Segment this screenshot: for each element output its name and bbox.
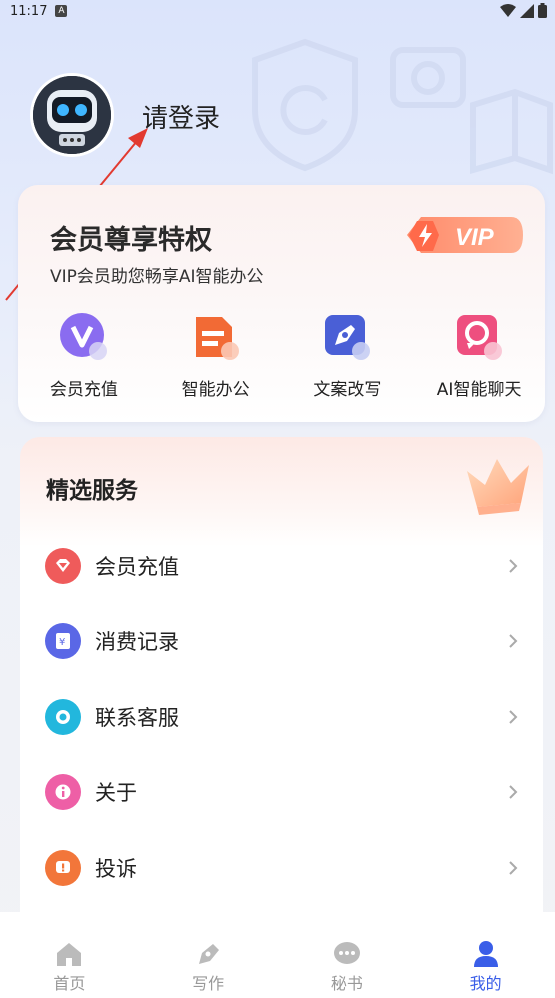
status-indicators: [500, 3, 547, 18]
signal-icon: [520, 3, 534, 18]
service-label: 投诉: [95, 856, 137, 881]
status-bar: 11:17 A: [0, 0, 555, 22]
services-card: 精选服务 会员充值 ¥ 消费记录 联系客服 关于 投诉: [20, 437, 543, 937]
battery-icon: [538, 3, 547, 18]
chevron-right-icon: [509, 861, 518, 875]
svg-text:¥: ¥: [59, 637, 65, 648]
vip-title: 会员尊享特权: [50, 225, 212, 256]
pen-nav-icon: [199, 944, 220, 964]
service-label: 消费记录: [95, 630, 179, 655]
nav-label: 写作: [192, 974, 225, 993]
services-list: 会员充值 ¥ 消费记录 联系客服 关于 投诉: [20, 528, 543, 906]
service-label: 关于: [95, 781, 137, 806]
info-icon: [45, 774, 81, 811]
alert-icon: [45, 849, 81, 886]
nav-item-mine[interactable]: 我的: [416, 912, 555, 998]
bottom-nav: 首页 写作 秘书 我的: [0, 912, 555, 998]
crown-icon: [467, 459, 529, 515]
nav-label: 我的: [469, 974, 502, 993]
person-icon: [473, 941, 498, 967]
feature-label: 文案改写: [313, 380, 382, 400]
vip-badge-text: VIP: [455, 224, 495, 251]
vip-card[interactable]: 会员尊享特权 VIP会员助您畅享AI智能办公 VIP 会员充值 智能办公 文案改…: [18, 185, 545, 422]
feature-label: AI智能聊天: [436, 380, 522, 400]
feature-vip-recharge[interactable]: 会员充值: [18, 313, 150, 400]
nav-item-home[interactable]: 首页: [0, 912, 139, 998]
chevron-right-icon: [509, 785, 518, 799]
feature-label: 智能办公: [181, 380, 250, 400]
nav-item-secretary[interactable]: 秘书: [278, 912, 417, 998]
service-item-about[interactable]: 关于: [20, 755, 543, 831]
service-item-customer-service[interactable]: 联系客服: [20, 679, 543, 755]
home-icon: [57, 943, 82, 966]
wifi-icon: [500, 3, 516, 17]
diamond-icon: [45, 547, 81, 584]
feature-copy-rewrite[interactable]: 文案改写: [282, 313, 414, 400]
status-time: 11:17: [10, 3, 48, 19]
service-item-complaint[interactable]: 投诉: [20, 830, 543, 906]
notification-icon: A: [55, 5, 68, 17]
nav-item-writing[interactable]: 写作: [139, 912, 278, 998]
vip-badge-icon: VIP: [407, 217, 523, 253]
nav-label: 首页: [53, 974, 86, 993]
service-item-vip-recharge[interactable]: 会员充值: [20, 528, 543, 604]
background-decoration: [252, 38, 553, 175]
feature-label: 会员充值: [49, 380, 118, 400]
service-item-consumption-records[interactable]: ¥ 消费记录: [20, 604, 543, 680]
vip-feature-row: 会员充值 智能办公 文案改写 AI智能聊天: [18, 313, 545, 400]
chevron-right-icon: [509, 710, 518, 724]
document-icon: [195, 317, 239, 360]
receipt-icon: ¥: [45, 623, 81, 660]
service-label: 会员充值: [95, 554, 179, 579]
feature-smart-office[interactable]: 智能办公: [150, 313, 282, 400]
nav-label: 秘书: [330, 974, 363, 993]
pen-icon: [325, 315, 371, 360]
headset-icon: [45, 698, 81, 735]
vip-v-icon: [59, 313, 107, 360]
services-title: 精选服务: [46, 478, 138, 504]
service-label: 联系客服: [95, 705, 179, 730]
chevron-right-icon: [509, 634, 518, 648]
chevron-right-icon: [509, 559, 518, 573]
feature-ai-chat[interactable]: AI智能聊天: [413, 313, 545, 400]
chat-bubble-icon: [333, 942, 360, 964]
vip-subtitle: VIP会员助您畅享AI智能办公: [50, 267, 264, 287]
chat-icon: [457, 315, 503, 360]
